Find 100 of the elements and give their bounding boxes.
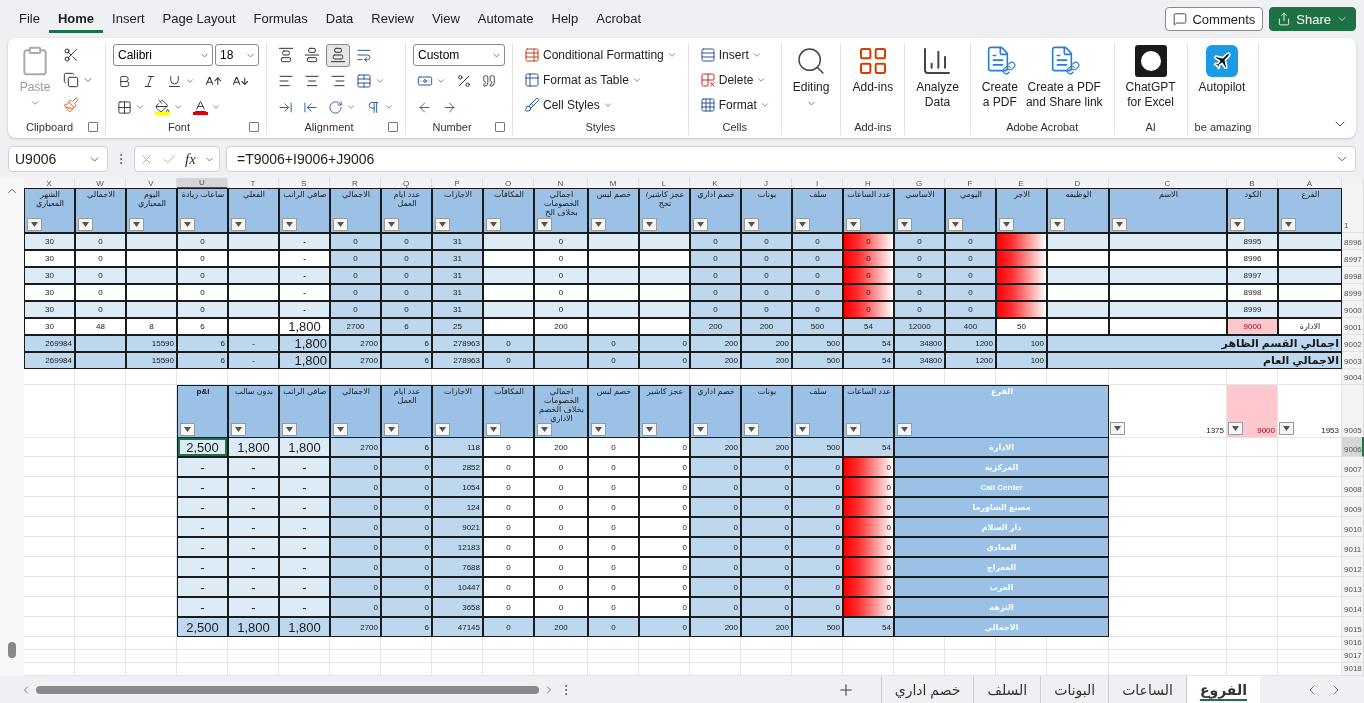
row-number[interactable]: 8998 bbox=[1342, 267, 1364, 284]
dialog-launcher-button[interactable] bbox=[88, 122, 98, 132]
ribbon-menu-button[interactable]: Cell Styles bbox=[520, 93, 681, 116]
empty-cell[interactable] bbox=[381, 637, 432, 650]
ribbon-button[interactable]: Create a PDF and Share link bbox=[1021, 43, 1107, 112]
filter-button[interactable] bbox=[333, 218, 348, 231]
empty-cell[interactable] bbox=[24, 557, 75, 577]
empty-cell[interactable] bbox=[75, 517, 126, 537]
menu-tab[interactable]: Insert bbox=[103, 5, 154, 33]
filter-button[interactable] bbox=[999, 218, 1014, 231]
empty-cell[interactable] bbox=[894, 650, 945, 663]
filter-button[interactable] bbox=[591, 423, 606, 436]
filter-button[interactable] bbox=[948, 218, 963, 231]
empty-cell[interactable] bbox=[75, 537, 126, 557]
vertical-align-button[interactable] bbox=[326, 43, 350, 67]
row-number[interactable]: 9011 bbox=[1342, 537, 1364, 557]
select-all-corner[interactable] bbox=[1342, 178, 1364, 189]
empty-cell[interactable] bbox=[24, 437, 75, 457]
scroll-thumb[interactable] bbox=[36, 685, 539, 694]
formula-field[interactable]: =T9006+I9006+J9006 bbox=[226, 146, 1356, 172]
empty-cell[interactable] bbox=[24, 369, 75, 385]
filter-button[interactable] bbox=[846, 423, 861, 436]
ribbon-button[interactable]: Create a PDF bbox=[977, 43, 1022, 112]
filter-button[interactable] bbox=[795, 423, 810, 436]
empty-cell[interactable] bbox=[843, 637, 894, 650]
empty-cell[interactable] bbox=[24, 457, 75, 477]
number-format-dropdown[interactable]: Custom bbox=[413, 44, 505, 66]
empty-cell[interactable] bbox=[690, 637, 741, 650]
empty-cell[interactable] bbox=[1109, 650, 1227, 663]
ribbon-button[interactable]: Autopilot bbox=[1194, 43, 1250, 97]
row-number[interactable]: 9018 bbox=[1342, 663, 1364, 676]
empty-cell[interactable] bbox=[75, 369, 126, 385]
ribbon-menu-button[interactable]: Insert bbox=[695, 43, 774, 66]
filter-button[interactable] bbox=[486, 218, 501, 231]
empty-cell[interactable] bbox=[534, 637, 588, 650]
row-number[interactable]: 9007 bbox=[1342, 457, 1364, 477]
filter-button[interactable] bbox=[897, 423, 912, 436]
filter-button[interactable] bbox=[384, 423, 399, 436]
filter-button[interactable] bbox=[744, 218, 759, 231]
sheet-tab[interactable]: خصم اداري bbox=[880, 676, 974, 703]
empty-cell[interactable] bbox=[228, 637, 279, 650]
filter-button[interactable] bbox=[693, 423, 708, 436]
filter-button[interactable] bbox=[333, 423, 348, 436]
empty-cell[interactable] bbox=[126, 385, 177, 438]
filter-button[interactable] bbox=[435, 218, 450, 231]
row-number[interactable]: 8999 bbox=[1342, 284, 1364, 301]
dialog-launcher-button[interactable] bbox=[249, 122, 259, 132]
font-size-dropdown[interactable]: 18 bbox=[215, 44, 259, 66]
empty-cell[interactable] bbox=[1047, 637, 1109, 650]
vertical-scrollbar[interactable] bbox=[0, 178, 24, 676]
empty-cell[interactable] bbox=[843, 650, 894, 663]
empty-cell[interactable] bbox=[75, 577, 126, 597]
empty-cell[interactable] bbox=[1109, 637, 1227, 650]
menu-tab[interactable]: Formulas bbox=[244, 5, 317, 33]
empty-cell[interactable] bbox=[1227, 477, 1278, 497]
empty-cell[interactable] bbox=[1227, 457, 1278, 477]
empty-cell[interactable] bbox=[588, 637, 639, 650]
filter-button[interactable] bbox=[1279, 422, 1294, 435]
filter-button[interactable] bbox=[231, 423, 246, 436]
filter-button[interactable] bbox=[642, 423, 657, 436]
empty-cell[interactable] bbox=[24, 477, 75, 497]
row-number[interactable]: 9016 bbox=[1342, 637, 1364, 650]
sheet-tab[interactable]: السلف bbox=[973, 676, 1041, 703]
empty-cell[interactable] bbox=[24, 537, 75, 557]
menu-tab[interactable]: Home bbox=[48, 5, 104, 33]
row-number[interactable]: 9006 bbox=[1342, 437, 1364, 457]
empty-cell[interactable] bbox=[177, 650, 228, 663]
row-number[interactable]: 9004 bbox=[1342, 369, 1364, 385]
filter-button[interactable] bbox=[1228, 422, 1243, 435]
empty-cell[interactable] bbox=[996, 650, 1047, 663]
filter-button[interactable] bbox=[693, 218, 708, 231]
menu-tab[interactable]: Help bbox=[542, 5, 588, 33]
empty-cell[interactable] bbox=[639, 637, 690, 650]
filter-button[interactable] bbox=[1110, 422, 1125, 435]
empty-cell[interactable] bbox=[1227, 597, 1278, 617]
empty-cell[interactable] bbox=[894, 637, 945, 650]
empty-cell[interactable] bbox=[24, 497, 75, 517]
empty-cell[interactable] bbox=[741, 650, 792, 663]
menu-tab[interactable]: View bbox=[422, 5, 469, 33]
empty-cell[interactable] bbox=[639, 650, 690, 663]
empty-cell[interactable] bbox=[690, 650, 741, 663]
empty-cell[interactable] bbox=[330, 650, 381, 663]
row-number[interactable]: 9017 bbox=[1342, 650, 1364, 663]
row-number[interactable]: 9014 bbox=[1342, 597, 1364, 617]
filter-button[interactable] bbox=[27, 218, 42, 231]
empty-cell[interactable] bbox=[279, 650, 330, 663]
empty-cell[interactable] bbox=[24, 577, 75, 597]
filter-button[interactable] bbox=[744, 423, 759, 436]
empty-cell[interactable] bbox=[126, 637, 177, 650]
scroll-thumb[interactable] bbox=[8, 642, 16, 658]
empty-cell[interactable] bbox=[534, 650, 588, 663]
empty-cell[interactable] bbox=[945, 650, 996, 663]
empty-cell[interactable] bbox=[1227, 650, 1278, 663]
empty-cell[interactable] bbox=[996, 637, 1047, 650]
ribbon-button[interactable]: Add-ins bbox=[848, 43, 898, 97]
empty-cell[interactable] bbox=[1227, 577, 1278, 597]
empty-cell[interactable] bbox=[75, 385, 126, 438]
dialog-launcher-button[interactable] bbox=[388, 122, 398, 132]
filter-button[interactable] bbox=[537, 218, 552, 231]
comments-button[interactable]: Comments bbox=[1165, 7, 1264, 31]
